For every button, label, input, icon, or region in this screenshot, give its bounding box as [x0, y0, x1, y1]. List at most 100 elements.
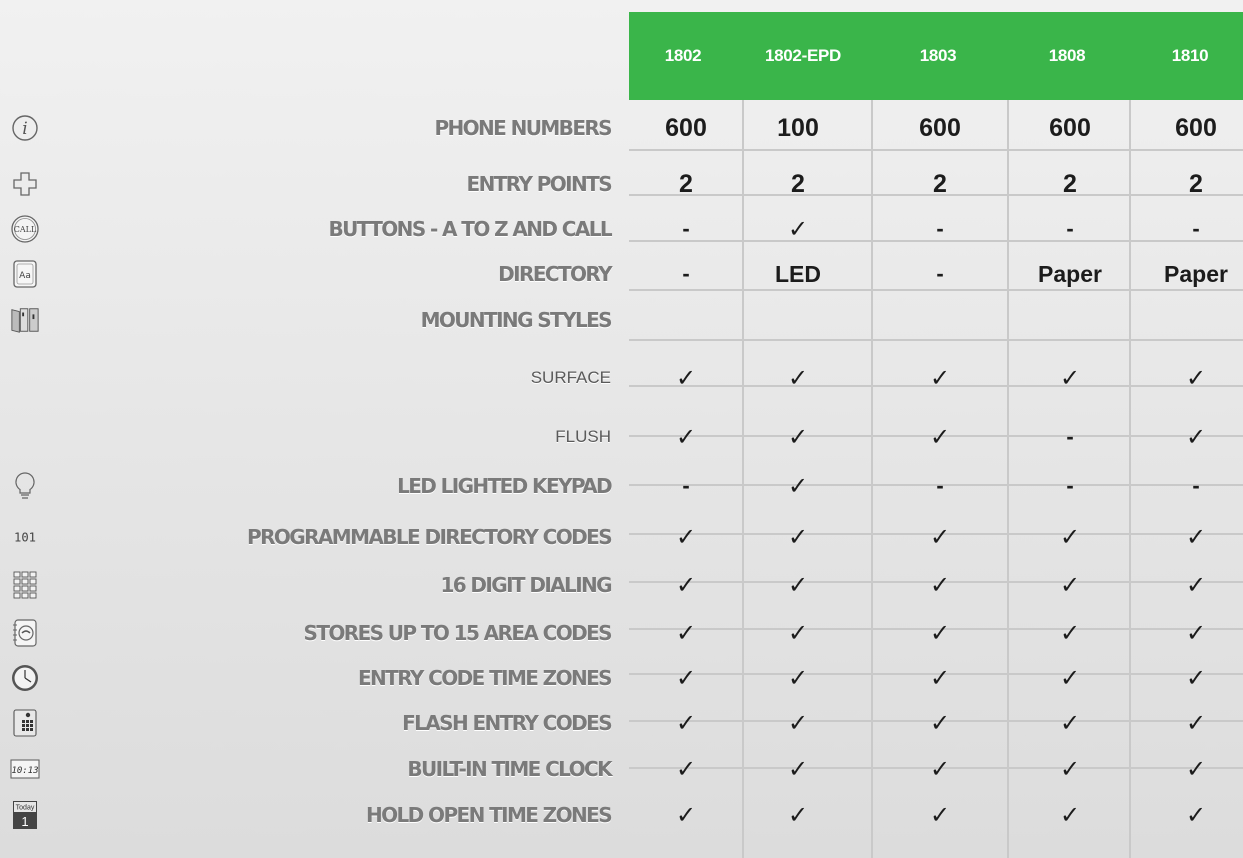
row-label: PROGRAMMABLE DIRECTORY CODES [247, 525, 613, 549]
table-row: 10:13 BUILT-IN TIME CLOCK ✓ ✓ ✓ ✓ ✓ [0, 748, 1243, 790]
row-label: FLASH ENTRY CODES [402, 711, 613, 735]
table-cell: ✓ [787, 364, 809, 392]
table-cell: ✓ [675, 364, 697, 392]
table-row: Today 1 HOLD OPEN TIME ZONES ✓ ✓ ✓ ✓ ✓ [0, 794, 1243, 836]
row-label: STORES UP TO 15 AREA CODES [303, 621, 613, 645]
table-cell: 2 [791, 169, 805, 198]
entry-keypad-icon [10, 708, 40, 738]
table-cell: ✓ [929, 523, 951, 551]
table-cell: 600 [1175, 113, 1217, 142]
column-header-1808: 1808 [1048, 46, 1086, 65]
table-cell: ✓ [1185, 801, 1207, 829]
table-cell: - [936, 473, 944, 498]
table-cell: - [1066, 216, 1074, 241]
table-cell: ✓ [675, 709, 697, 737]
table-cell [1140, 299, 1243, 341]
keypad-grid-icon [10, 570, 40, 600]
table-cell: 100 [777, 113, 819, 142]
table-cell: ✓ [675, 423, 697, 451]
table-cell: ✓ [675, 571, 697, 599]
table-cell: ✓ [1185, 664, 1207, 692]
comparison-table: 1802 1802-EPD 1803 1808 1810 i PHONE NUMBERS 6… [0, 0, 1243, 858]
table-cell: 600 [919, 113, 961, 142]
table-row: 101 PROGRAMMABLE DIRECTORY CODES ✓ ✓ ✓ ✓ ✓ [0, 516, 1243, 558]
table-cell: ✓ [929, 801, 951, 829]
clock-icon [10, 663, 40, 693]
table-cell: ✓ [929, 755, 951, 783]
table-cell: ✓ [929, 364, 951, 392]
table-row: FLUSH ✓ ✓ ✓ - ✓ [0, 416, 1243, 458]
column-header-1810: 1810 [1171, 46, 1209, 65]
table-cell: Paper [1164, 260, 1228, 287]
table-row: CALL BUTTONS - A TO Z AND CALL - ✓ - - - [0, 208, 1243, 250]
table-cell: ✓ [929, 571, 951, 599]
table-cell [630, 299, 742, 341]
table-cell: ✓ [1059, 523, 1081, 551]
table-cell: 2 [933, 169, 947, 198]
column-header-1802-epd: 1802-EPD [764, 46, 842, 65]
panels-icon [10, 305, 40, 335]
table-cell [1014, 299, 1126, 341]
table-cell: ✓ [929, 423, 951, 451]
table-cell: ✓ [1185, 364, 1207, 392]
calendar-today-icon: Today 1 [10, 800, 40, 830]
table-cell: ✓ [675, 801, 697, 829]
table-cell: ✓ [1185, 571, 1207, 599]
table-cell: ✓ [787, 423, 809, 451]
lightbulb-icon [10, 471, 40, 501]
row-label: ENTRY POINTS [466, 172, 613, 196]
svg-text:CALL: CALL [14, 225, 37, 234]
row-label: BUTTONS - A TO Z AND CALL [328, 217, 612, 241]
table-cell: 600 [665, 113, 707, 142]
svg-text:Today: Today [16, 805, 35, 812]
table-row: ENTRY POINTS 2 2 2 2 2 [0, 163, 1243, 205]
svg-text:101: 101 [14, 531, 36, 545]
table-cell: ✓ [1185, 755, 1207, 783]
svg-text:10:13: 10:13 [11, 766, 38, 776]
table-row: FLASH ENTRY CODES ✓ ✓ ✓ ✓ ✓ [0, 702, 1243, 744]
table-row: i PHONE NUMBERS 600 100 600 600 600 [0, 107, 1243, 149]
table-row: STORES UP TO 15 AREA CODES ✓ ✓ ✓ ✓ ✓ [0, 612, 1243, 654]
table-cell: ✓ [1185, 709, 1207, 737]
table-cell: ✓ [787, 755, 809, 783]
table-cell: 2 [679, 169, 693, 198]
svg-text:i: i [22, 119, 27, 139]
svg-text:1: 1 [21, 814, 28, 829]
table-cell: - [1192, 216, 1200, 241]
table-cell: - [682, 216, 690, 241]
binary-101-icon: 101 [10, 522, 40, 552]
table-row: SURFACE ✓ ✓ ✓ ✓ ✓ [0, 357, 1243, 399]
table-cell: - [936, 216, 944, 241]
row-label: BUILT-IN TIME CLOCK [407, 757, 612, 781]
table-cell: ✓ [787, 801, 809, 829]
table-cell: ✓ [1059, 801, 1081, 829]
call-button-icon: CALL [10, 214, 40, 244]
table-cell: ✓ [1185, 423, 1207, 451]
table-cell: ✓ [929, 619, 951, 647]
plus-outline-icon [10, 169, 40, 199]
table-cell: - [1192, 473, 1200, 498]
row-label: ENTRY CODE TIME ZONES [357, 666, 613, 690]
table-cell: ✓ [787, 709, 809, 737]
table-cell: 2 [1189, 169, 1203, 198]
column-header-1802: 1802 [664, 46, 702, 65]
table-cell: 2 [1063, 169, 1077, 198]
row-label: MOUNTING STYLES [420, 308, 613, 332]
row-label: FLUSH [555, 427, 611, 446]
row-label: HOLD OPEN TIME ZONES [366, 803, 613, 827]
phone-book-icon [10, 618, 40, 648]
digital-clock-icon: 10:13 [10, 754, 40, 784]
info-icon: i [10, 113, 40, 143]
table-cell: ✓ [1059, 755, 1081, 783]
row-label: DIRECTORY [498, 262, 612, 286]
table-row: ENTRY CODE TIME ZONES ✓ ✓ ✓ ✓ ✓ [0, 657, 1243, 699]
table-cell: ✓ [1059, 709, 1081, 737]
table-cell: ✓ [787, 619, 809, 647]
table-cell: LED [775, 260, 821, 287]
table-cell: ✓ [787, 523, 809, 551]
table-cell: - [936, 261, 944, 286]
table-cell: ✓ [675, 523, 697, 551]
table-cell: ✓ [1059, 364, 1081, 392]
table-cell: ✓ [1059, 619, 1081, 647]
row-label: SURFACE [530, 368, 611, 387]
